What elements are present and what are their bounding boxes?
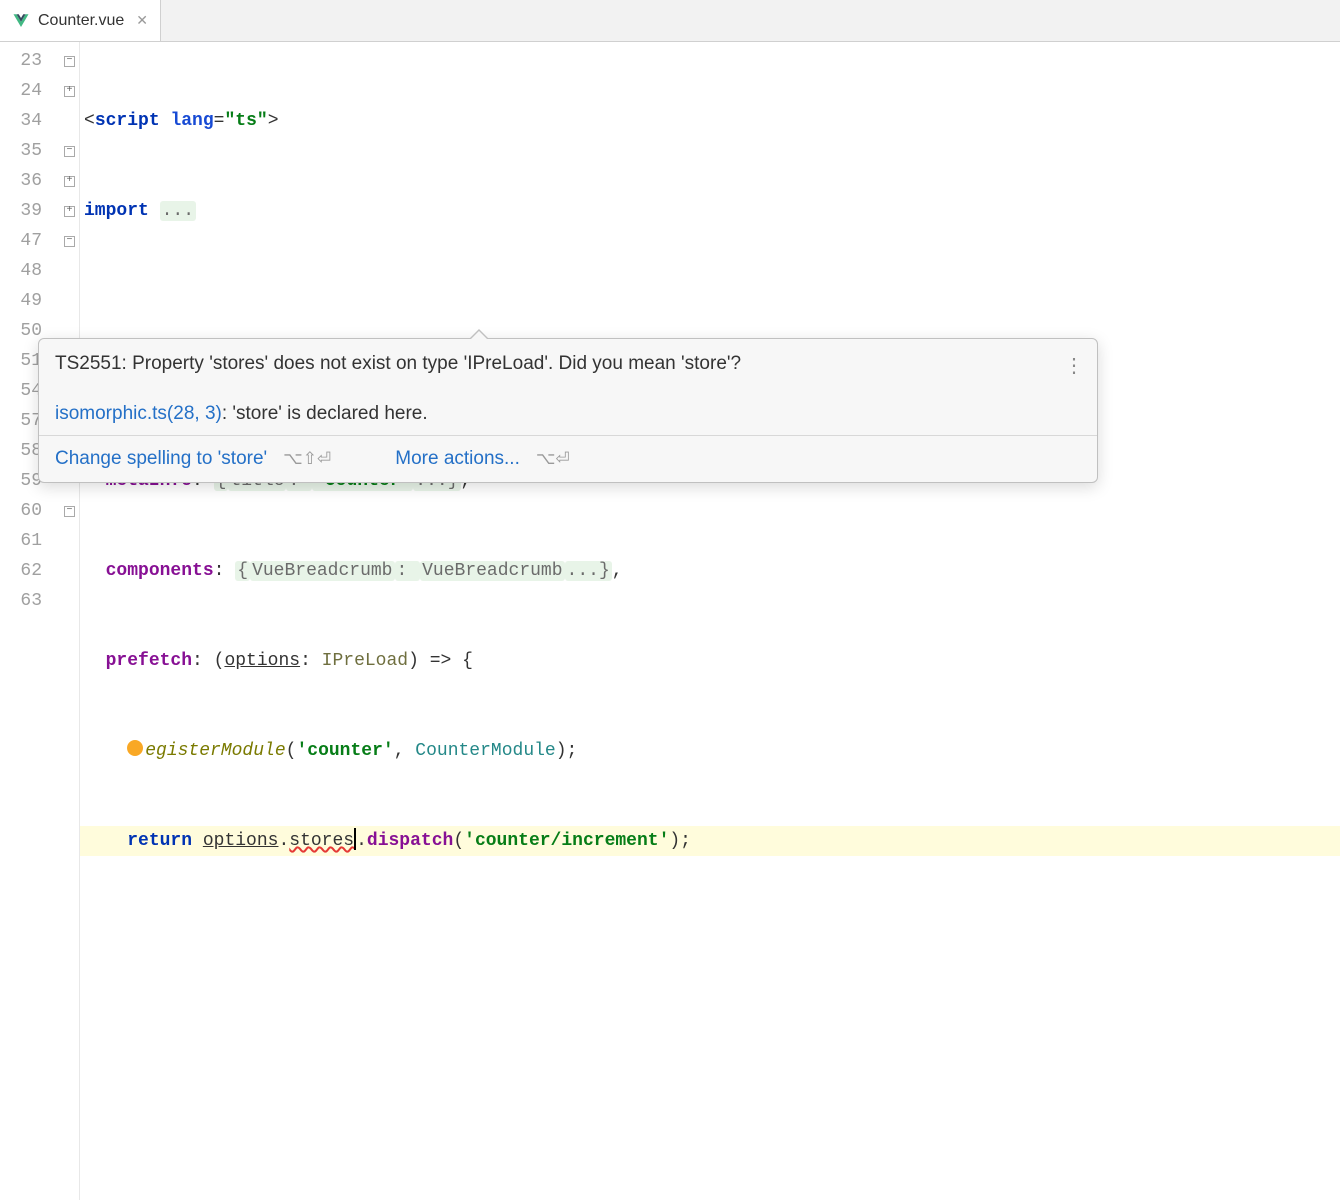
line-number: 58 [0,436,42,466]
code-line: components: {VueBreadcrumb: VueBreadcrum… [80,556,1340,586]
fold-toggle-icon[interactable]: + [64,176,75,187]
editor: 23 24 34 35 36 39 47 48 49 50 51 54 57 5… [0,42,1340,1200]
code-line [80,916,1340,946]
line-number: 50 [0,316,42,346]
tooltip-actions: Change spelling to 'store' ⌥⇧⏎ More acti… [39,436,1097,482]
quick-fix-action[interactable]: Change spelling to 'store' [55,448,267,470]
reference-link[interactable]: isomorphic.ts(28, 3) [55,403,222,424]
line-number: 48 [0,256,42,286]
line-number: 49 [0,286,42,316]
line-number: 54 [0,376,42,406]
code-line: egisterModule('counter', CounterModule); [80,736,1340,766]
code-line: <script lang="ts"> [80,106,1340,136]
shortcut-hint: ⌥⇧⏎ [283,449,331,469]
fold-toggle-icon[interactable]: + [64,86,75,97]
lightbulb-icon[interactable] [127,740,143,756]
fold-toggle-icon[interactable]: − [64,506,75,517]
code-line [80,1186,1340,1200]
line-number: 47 [0,226,42,256]
line-number: 36 [0,166,42,196]
line-number: 62 [0,556,42,586]
code-line: prefetch: (options: IPreLoad) => { [80,646,1340,676]
code-line [80,1006,1340,1036]
error-token: stores [289,831,354,851]
code-line [80,1096,1340,1126]
line-number: 61 [0,526,42,556]
vue-icon [12,12,30,30]
error-reference: isomorphic.ts(28, 3): 'store' is declare… [55,403,1081,425]
fold-toggle-icon[interactable]: − [64,56,75,67]
line-number: 24 [0,76,42,106]
line-number: 23 [0,46,42,76]
line-number: 35 [0,136,42,166]
line-gutter: 23 24 34 35 36 39 47 48 49 50 51 54 57 5… [0,42,60,1200]
line-number: 59 [0,466,42,496]
tab-filename: Counter.vue [38,12,124,30]
more-actions-link[interactable]: More actions... [395,448,520,470]
code-line [80,286,1340,316]
line-number: 34 [0,106,42,136]
error-tooltip: ⋮ TS2551: Property 'stores' does not exi… [38,338,1098,483]
line-number: 57 [0,406,42,436]
code-line-current: return options.stores.dispatch('counter/… [80,826,1340,856]
close-icon[interactable]: ✕ [136,12,148,29]
shortcut-hint: ⌥⏎ [536,449,570,469]
fold-gutter: − + − + + − − [60,42,80,1200]
tab-bar: Counter.vue ✕ [0,0,1340,42]
error-message: TS2551: Property 'stores' does not exist… [55,353,1081,375]
code-content[interactable]: <script lang="ts"> import ... export def… [80,42,1340,1200]
fold-toggle-icon[interactable]: − [64,236,75,247]
fold-toggle-icon[interactable]: + [64,206,75,217]
editor-tab[interactable]: Counter.vue ✕ [0,0,161,41]
fold-toggle-icon[interactable]: − [64,146,75,157]
line-number: 51 [0,346,42,376]
line-number: 60 [0,496,42,526]
line-number: 63 [0,586,42,616]
line-number: 39 [0,196,42,226]
code-line: import ... [80,196,1340,226]
more-options-icon[interactable]: ⋮ [1064,353,1083,378]
